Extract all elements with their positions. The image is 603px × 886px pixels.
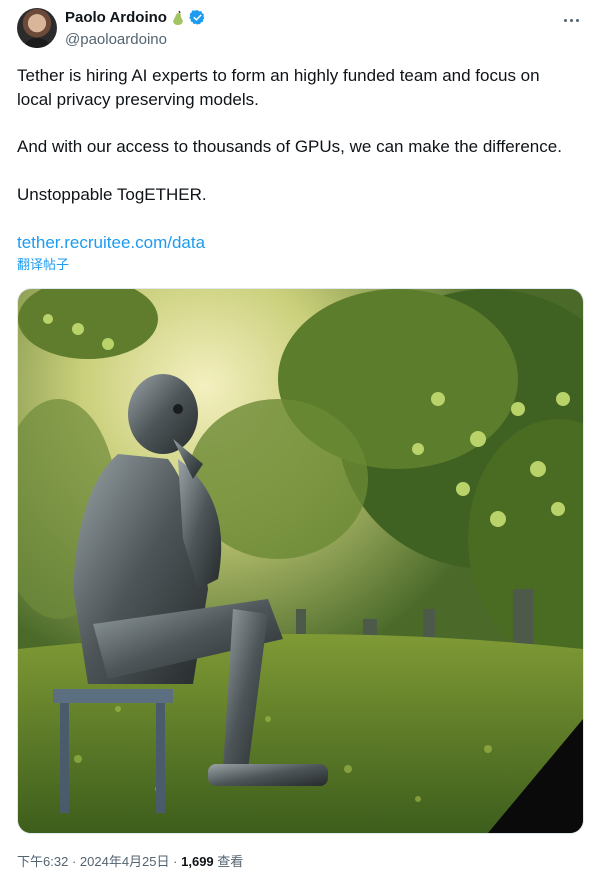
more-options-icon[interactable] — [559, 12, 583, 28]
author-handle[interactable]: @paoloardoino — [65, 31, 167, 48]
tweet-meta: 下午6:32 · 2024年4月25日 · 1,699 查看 — [17, 851, 243, 870]
tweet-link[interactable]: tether.recruitee.com/data — [17, 231, 205, 255]
author-avatar[interactable] — [17, 8, 57, 48]
tweet-text-line-1: Tether is hiring AI experts to form an h… — [17, 66, 540, 85]
views-label: 查看 — [217, 854, 244, 869]
tweet-text-line-4: Unstoppable TogETHER. — [17, 185, 207, 204]
tweet-time[interactable]: 下午6:32 — [17, 854, 68, 869]
separator: · — [71, 854, 77, 869]
translate-post-link[interactable]: 翻译帖子 — [17, 257, 69, 273]
tweet-media-image[interactable] — [17, 288, 584, 834]
tweet-text-line-3: And with our access to thousands of GPUs… — [17, 137, 562, 156]
views-count: 1,699 — [181, 854, 214, 869]
tweet-date[interactable]: 2024年4月25日 — [80, 854, 170, 869]
author-name-row: Paolo Ardoino — [65, 9, 206, 26]
tweet-text-line-2: local privacy preserving models. — [17, 90, 259, 109]
separator: · — [173, 854, 178, 869]
verified-badge-icon — [189, 9, 206, 26]
author-name[interactable]: Paolo Ardoino — [65, 9, 167, 26]
pear-icon — [171, 10, 185, 26]
